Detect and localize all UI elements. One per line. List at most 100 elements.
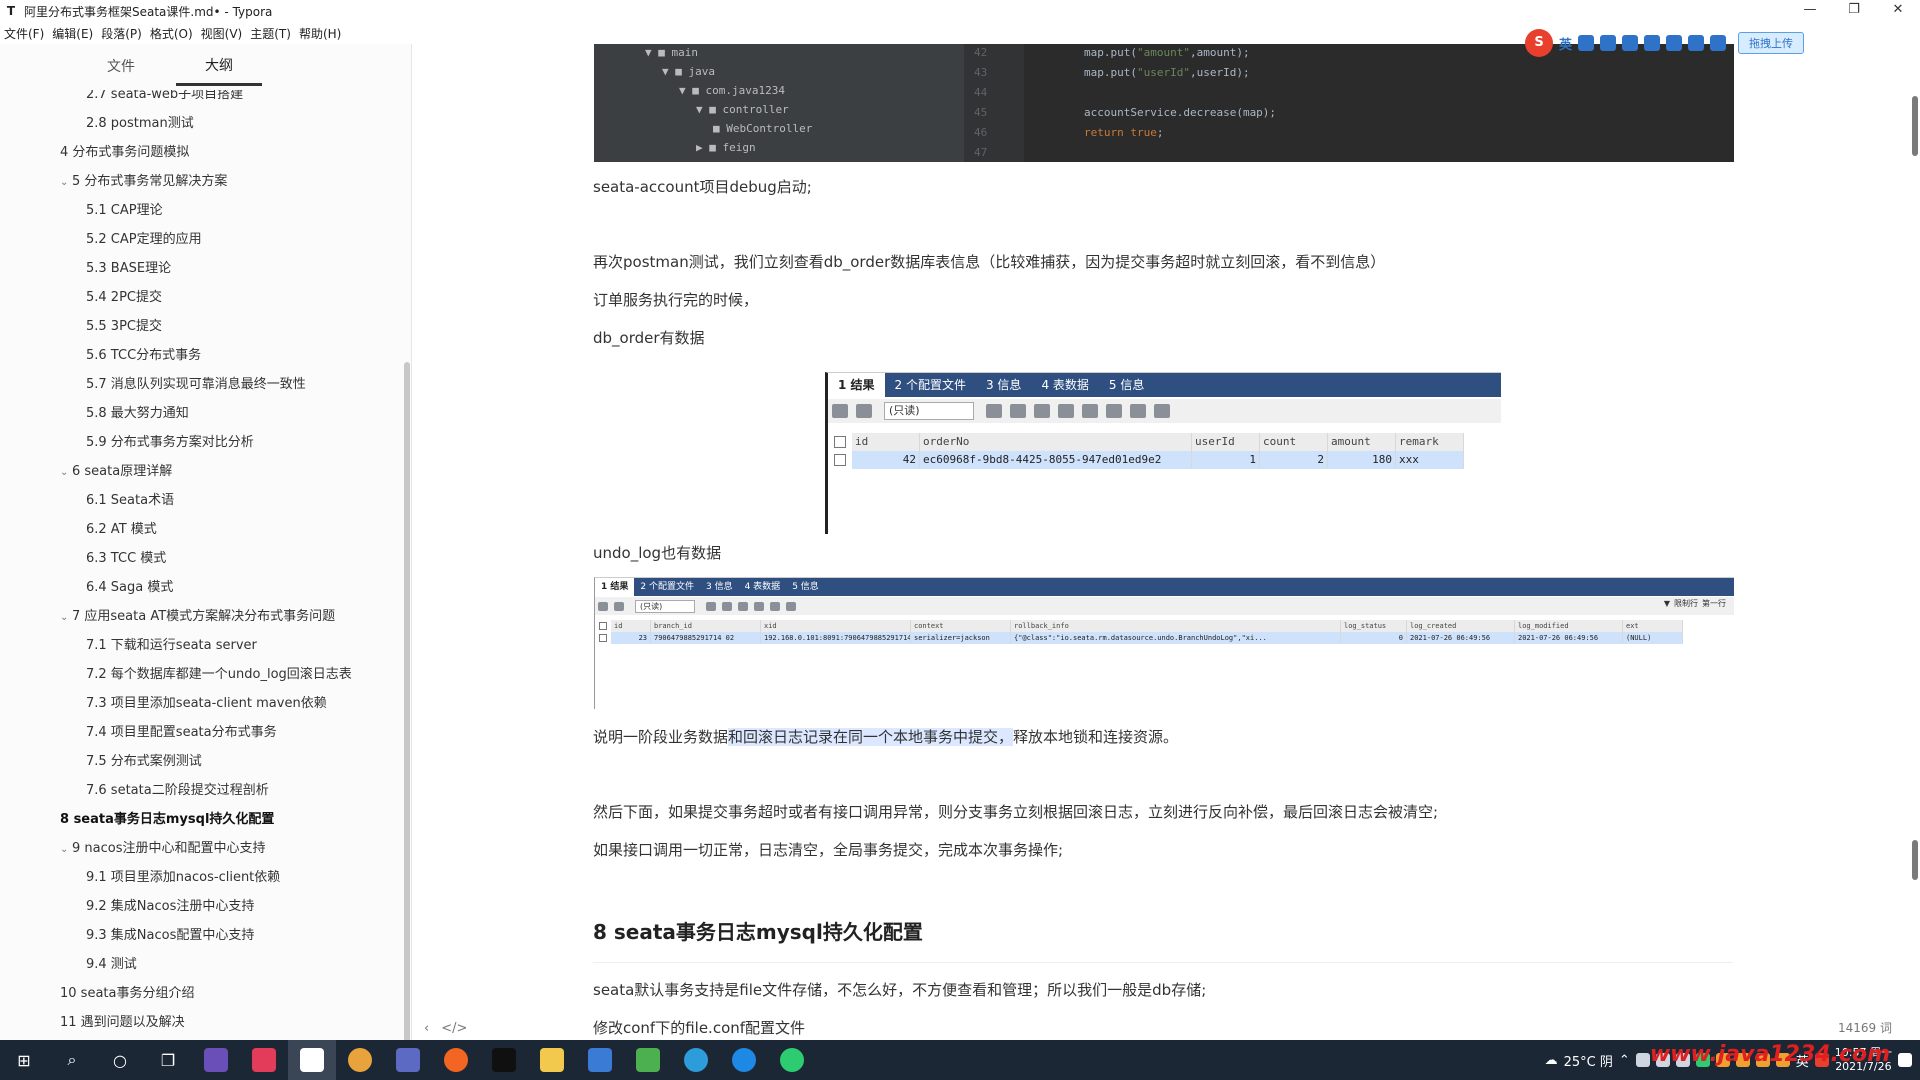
taskbar-app[interactable]: [480, 1040, 528, 1080]
chevron-down-icon[interactable]: ⌄: [60, 607, 72, 629]
task-view-button[interactable]: ❐: [144, 1040, 192, 1080]
result-tab: 5 信息: [1108, 378, 1145, 392]
minimize-button[interactable]: —: [1788, 0, 1832, 22]
start-button[interactable]: ⊞: [0, 1040, 48, 1080]
ime-lang-toggle[interactable]: 英: [1559, 34, 1572, 53]
outline-item-label: 4 分布式事务问题模拟: [60, 145, 190, 160]
tray-icon[interactable]: [1635, 1053, 1650, 1067]
taskbar-app[interactable]: [720, 1040, 768, 1080]
menu-paragraph[interactable]: 段落(P): [97, 25, 146, 42]
taskbar-app[interactable]: [432, 1040, 480, 1080]
outline-item[interactable]: 9.3 集成Nacos配置中心支持: [86, 925, 254, 947]
taskbar-app[interactable]: [336, 1040, 384, 1080]
menu-format[interactable]: 格式(O): [146, 25, 197, 42]
column-header: orderNo: [920, 433, 1192, 451]
taskbar-app[interactable]: [384, 1040, 432, 1080]
outline-item[interactable]: 5.3 BASE理论: [86, 258, 171, 280]
outline-item[interactable]: 5.6 TCC分布式事务: [86, 345, 201, 367]
tray-chevron-icon[interactable]: ⌃: [1619, 1053, 1630, 1068]
outline-item[interactable]: 7.5 分布式案例测试: [86, 751, 202, 773]
outline-item[interactable]: ⌄ 9 nacos注册中心和配置中心支持: [60, 838, 265, 860]
skin-icon[interactable]: [1688, 35, 1705, 51]
user-icon[interactable]: [1666, 35, 1683, 51]
taskbar-app[interactable]: [768, 1040, 816, 1080]
tab-files[interactable]: 文件: [78, 48, 164, 84]
outline-item[interactable]: 5.5 3PC提交: [86, 316, 162, 338]
outline-item[interactable]: 6.3 TCC 模式: [86, 548, 166, 570]
taskbar-app[interactable]: [192, 1040, 240, 1080]
outline-item[interactable]: 9.4 测试: [86, 954, 137, 976]
emoji-icon[interactable]: [1600, 35, 1617, 51]
editor-content[interactable]: ▼ ■ main ▼ ■ java ▼ ■ com.java1234 ▼ ■ cont…: [413, 44, 1903, 1040]
drag-upload-button[interactable]: 拖拽上传: [1738, 32, 1805, 54]
outline-item[interactable]: 8 seata事务日志mysql持久化配置: [60, 809, 274, 831]
window-title: 阿里分布式事务框架Seata课件.md• - Typora: [24, 4, 273, 19]
tab-outline[interactable]: 大纲: [176, 47, 262, 86]
menu-edit[interactable]: 编辑(E): [48, 25, 97, 42]
outline-item[interactable]: 5.7 消息队列实现可靠消息最终一致性: [86, 374, 306, 396]
taskbar-app[interactable]: [672, 1040, 720, 1080]
outline-item[interactable]: 10 seata事务分组介绍: [60, 983, 194, 1005]
app-icon: [588, 1048, 612, 1072]
taskbar-app[interactable]: [624, 1040, 672, 1080]
outline-item[interactable]: 6.4 Saga 模式: [86, 577, 173, 599]
outline-item[interactable]: 2.8 postman测试: [86, 113, 194, 135]
microphone-icon[interactable]: [1622, 35, 1639, 51]
outline-item[interactable]: 7.3 项目里添加seata-client maven依赖: [86, 693, 327, 715]
postman-icon: [444, 1048, 468, 1072]
outline-item[interactable]: ⌄ 6 seata原理详解: [60, 461, 172, 483]
outline-tree: 2.7 seata-web子项目搭建 2.8 postman测试 4 分布式事务问题…: [0, 90, 400, 1040]
outline-item[interactable]: 9.1 项目里添加nacos-client依赖: [86, 867, 280, 889]
outline-item[interactable]: 5.4 2PC提交: [86, 287, 162, 309]
chevron-down-icon[interactable]: ⌄: [60, 839, 72, 861]
app-icon: [396, 1048, 420, 1072]
sogou-ime-logo[interactable]: S: [1525, 29, 1553, 57]
editor-scrollbar-thumb[interactable]: [1912, 840, 1918, 880]
outline-item[interactable]: 7.4 项目里配置seata分布式事务: [86, 722, 277, 744]
selected-text[interactable]: 和回滚日志记录在同一个本地事务中提交，: [728, 728, 1014, 746]
outline-item[interactable]: 11 遇到问题以及解决: [60, 1012, 185, 1034]
punctuation-icon[interactable]: [1578, 35, 1595, 51]
taskbar-app[interactable]: [528, 1040, 576, 1080]
editor-scrollbar-top[interactable]: [1912, 96, 1918, 156]
keyboard-icon[interactable]: [1644, 35, 1661, 51]
taskbar-app[interactable]: [576, 1040, 624, 1080]
chevron-down-icon[interactable]: ⌄: [60, 462, 72, 484]
taskbar-app[interactable]: [240, 1040, 288, 1080]
menu-help[interactable]: 帮助(H): [295, 25, 345, 42]
outline-item[interactable]: 2.7 seata-web子项目搭建: [86, 90, 243, 106]
outline-item[interactable]: 7.1 下载和运行seata server: [86, 635, 257, 657]
chevron-down-icon[interactable]: ⌄: [60, 172, 72, 194]
outline-item[interactable]: ⌄ 5 分布式事务常见解决方案: [60, 171, 227, 193]
paragraph: undo_log也有数据: [593, 544, 722, 562]
outline-item[interactable]: 5.2 CAP定理的应用: [86, 229, 202, 251]
outline-item[interactable]: 6.1 Seata术语: [86, 490, 174, 512]
close-button[interactable]: ✕: [1876, 0, 1920, 22]
weather[interactable]: 25°C 阴: [1564, 1051, 1613, 1070]
toolbox-icon[interactable]: [1710, 35, 1727, 51]
import-icon: [614, 601, 624, 611]
outline-item-label: 2.7 seata-web子项目搭建: [86, 90, 244, 102]
menu-theme[interactable]: 主题(T): [246, 25, 295, 42]
outline-item[interactable]: 7.6 setata二阶段提交过程剖析: [86, 780, 269, 802]
outline-item[interactable]: 9.2 集成Nacos注册中心支持: [86, 896, 254, 918]
outline-item[interactable]: 5.8 最大努力通知: [86, 403, 189, 425]
outline-item[interactable]: ⌄ 7 应用seata AT模式方案解决分布式事务问题: [60, 606, 335, 628]
maximize-button[interactable]: ❐: [1832, 0, 1876, 22]
word-count[interactable]: 14169 词: [1838, 1019, 1892, 1036]
cortana-button[interactable]: ○: [96, 1040, 144, 1080]
menu-file[interactable]: 文件(F): [0, 25, 48, 42]
outline-item-label: 6.1 Seata术语: [86, 493, 175, 508]
notification-icon[interactable]: [1898, 1053, 1912, 1067]
menu-view[interactable]: 视图(V): [197, 25, 247, 42]
outline-item[interactable]: 4 分布式事务问题模拟: [60, 142, 189, 164]
outline-item[interactable]: 5.9 分布式事务方案对比分析: [86, 432, 254, 454]
search-button[interactable]: ⌕: [48, 1040, 96, 1080]
outline-item[interactable]: 6.2 AT 模式: [86, 519, 157, 541]
outline-item[interactable]: 5.1 CAP理论: [86, 200, 163, 222]
weather-icon[interactable]: ☁: [1545, 1053, 1558, 1068]
taskbar-app-typora[interactable]: [288, 1040, 336, 1080]
outline-item-label: 5.1 CAP理论: [86, 203, 163, 218]
outline-item[interactable]: 7.2 每个数据库都建一个undo_log回滚日志表: [86, 664, 352, 686]
sidebar-scrollbar[interactable]: [404, 362, 410, 1042]
